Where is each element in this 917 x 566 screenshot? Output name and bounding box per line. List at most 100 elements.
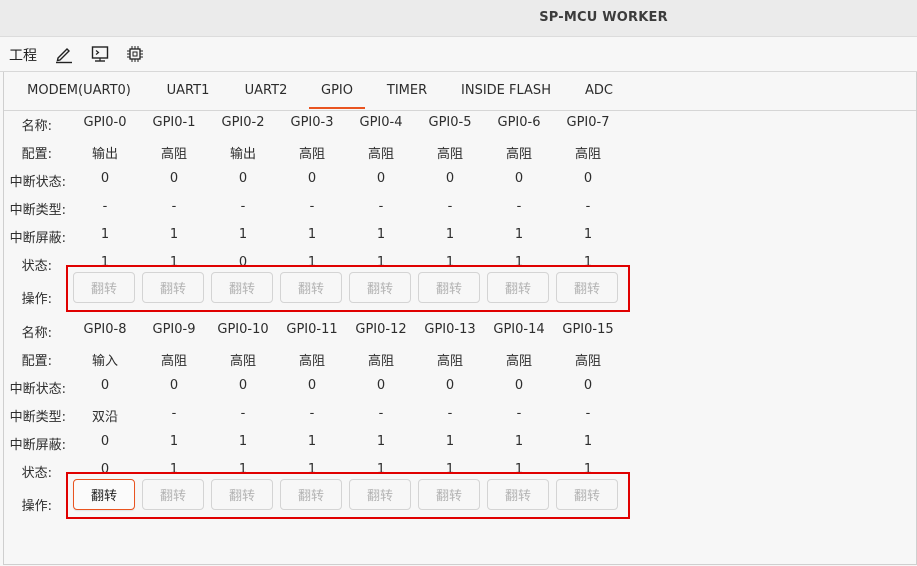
gpio-config-cell: 高阻 (505, 147, 533, 162)
gpio-irq-status-cell: 0 (514, 171, 524, 186)
gpio-irq-mask-cell: 1 (445, 227, 455, 242)
gpio-irq-type-cell: - (378, 406, 384, 421)
gpio-config-cell: 高阻 (436, 147, 464, 162)
gpio-irq-mask-cell: 1 (238, 227, 248, 242)
row-label-irq-type: 中断类型: (9, 410, 66, 425)
gpio-config-cell: 高阻 (574, 354, 602, 369)
gpio-config-cell: 高阻 (367, 147, 395, 162)
gpio-config-cell: 输出 (229, 147, 257, 162)
row-label-action: 操作: (21, 292, 52, 307)
tab-gpio[interactable]: GPIO (321, 83, 353, 98)
gpio-irq-mask-cell: 1 (583, 227, 593, 242)
project-menu[interactable]: 工程 (9, 45, 37, 65)
tab-inside-flash[interactable]: INSIDE FLASH (461, 83, 551, 98)
tab-uart2[interactable]: UART2 (245, 83, 288, 98)
gpio-irq-status-cell: 0 (376, 171, 386, 186)
gpio-irq-status-cell: 0 (238, 171, 248, 186)
tab-modem-uart0[interactable]: MODEM(UART0) (27, 83, 131, 98)
pencil-icon[interactable] (53, 43, 75, 65)
gpio-config-cell: 高阻 (298, 354, 326, 369)
row-label-config: 配置: (21, 354, 52, 369)
gpio-irq-status-cell: 0 (100, 378, 110, 393)
tab-timer[interactable]: TIMER (387, 83, 427, 98)
gpio-irq-mask-cell: 1 (169, 434, 179, 449)
gpio-irq-type-cell: - (171, 199, 177, 214)
gpio-irq-type-cell: - (447, 199, 453, 214)
gpio-name-cell: GPI0-8 (83, 322, 127, 337)
gpio-irq-type-cell: - (516, 406, 522, 421)
row-label-action: 操作: (21, 499, 52, 514)
gpio-name-cell: GPI0-6 (497, 115, 541, 130)
gpio-name-cell: GPI0-15 (562, 322, 614, 337)
gpio-irq-status-cell: 0 (445, 378, 455, 393)
gpio-irq-type-cell: - (240, 406, 246, 421)
gpio-name-cell: GPI0-10 (217, 322, 269, 337)
tab-bar: MODEM(UART0) UART1 UART2 GPIO TIMER INSIDE FL… (4, 72, 916, 111)
gpio-config-cell: 输入 (91, 354, 119, 369)
gpio-irq-mask-cell: 1 (307, 434, 317, 449)
gpio-config-cell: 高阻 (160, 147, 188, 162)
gpio-name-cell: GPI0-7 (566, 115, 610, 130)
gpio-irq-status-cell: 0 (376, 378, 386, 393)
gpio-config-cell: 输出 (91, 147, 119, 162)
gpio-config-cell: 高阻 (298, 147, 326, 162)
row-label-irq-mask: 中断屏蔽: (9, 231, 66, 246)
row-label-irq-mask: 中断屏蔽: (9, 438, 66, 453)
gpio-config-cell: 高阻 (436, 354, 464, 369)
gpio-irq-type-cell: - (585, 199, 591, 214)
gpio-name-cell: GPI0-3 (290, 115, 334, 130)
gpio-irq-mask-cell: 1 (376, 227, 386, 242)
gpio-irq-type-cell: - (585, 406, 591, 421)
tab-adc[interactable]: ADC (585, 83, 613, 98)
terminal-icon[interactable] (89, 43, 111, 65)
gpio-irq-mask-cell: 1 (307, 227, 317, 242)
gpio-irq-mask-cell: 1 (100, 227, 110, 242)
gpio-name-cell: GPI0-5 (428, 115, 472, 130)
gpio-irq-mask-cell: 1 (514, 434, 524, 449)
gpio-config-cell: 高阻 (160, 354, 188, 369)
gpio-irq-type-cell: - (516, 199, 522, 214)
gpio-panel: MODEM(UART0) UART1 UART2 GPIO TIMER INSIDE FL… (3, 72, 917, 565)
gpio-irq-status-cell: 0 (583, 171, 593, 186)
gpio-irq-mask-cell: 1 (583, 434, 593, 449)
gpio-irq-type-cell: 双沿 (91, 410, 119, 425)
gpio-name-cell: GPI0-13 (424, 322, 476, 337)
gpio-irq-status-cell: 0 (238, 378, 248, 393)
gpio-irq-status-cell: 0 (445, 171, 455, 186)
gpio-name-cell: GPI0-12 (355, 322, 407, 337)
row-label-irq-status: 中断状态: (9, 382, 66, 397)
gpio-irq-type-cell: - (378, 199, 384, 214)
gpio-name-cell: GPI0-0 (83, 115, 127, 130)
gpio-irq-status-cell: 0 (307, 378, 317, 393)
action-row-highlight (66, 265, 630, 312)
gpio-irq-status-cell: 0 (514, 378, 524, 393)
row-label-irq-type: 中断类型: (9, 203, 66, 218)
gpio-irq-status-cell: 0 (583, 378, 593, 393)
gpio-irq-type-cell: - (171, 406, 177, 421)
active-tab-indicator (309, 107, 365, 109)
row-label-state: 状态: (21, 466, 52, 481)
gpio-name-cell: GPI0-2 (221, 115, 265, 130)
gpio-irq-type-cell: - (309, 406, 315, 421)
gpio-config-cell: 高阻 (367, 354, 395, 369)
gpio-irq-mask-cell: 1 (169, 227, 179, 242)
row-label-irq-status: 中断状态: (9, 175, 66, 190)
gpio-irq-type-cell: - (102, 199, 108, 214)
gpio-irq-mask-cell: 1 (514, 227, 524, 242)
gpio-name-cell: GPI0-11 (286, 322, 338, 337)
gpio-irq-mask-cell: 1 (376, 434, 386, 449)
chip-icon[interactable] (124, 43, 146, 65)
gpio-irq-status-cell: 0 (307, 171, 317, 186)
gpio-irq-type-cell: - (240, 199, 246, 214)
row-label-name: 名称: (21, 119, 52, 134)
gpio-irq-status-cell: 0 (100, 171, 110, 186)
gpio-config-cell: 高阻 (505, 354, 533, 369)
gpio-irq-mask-cell: 1 (445, 434, 455, 449)
tab-uart1[interactable]: UART1 (167, 83, 210, 98)
row-label-config: 配置: (21, 147, 52, 162)
gpio-irq-status-cell: 0 (169, 171, 179, 186)
gpio-irq-mask-cell: 1 (238, 434, 248, 449)
row-label-name: 名称: (21, 326, 52, 341)
title-bar: SP-MCU WORKER (0, 0, 917, 37)
gpio-irq-mask-cell: 0 (100, 434, 110, 449)
